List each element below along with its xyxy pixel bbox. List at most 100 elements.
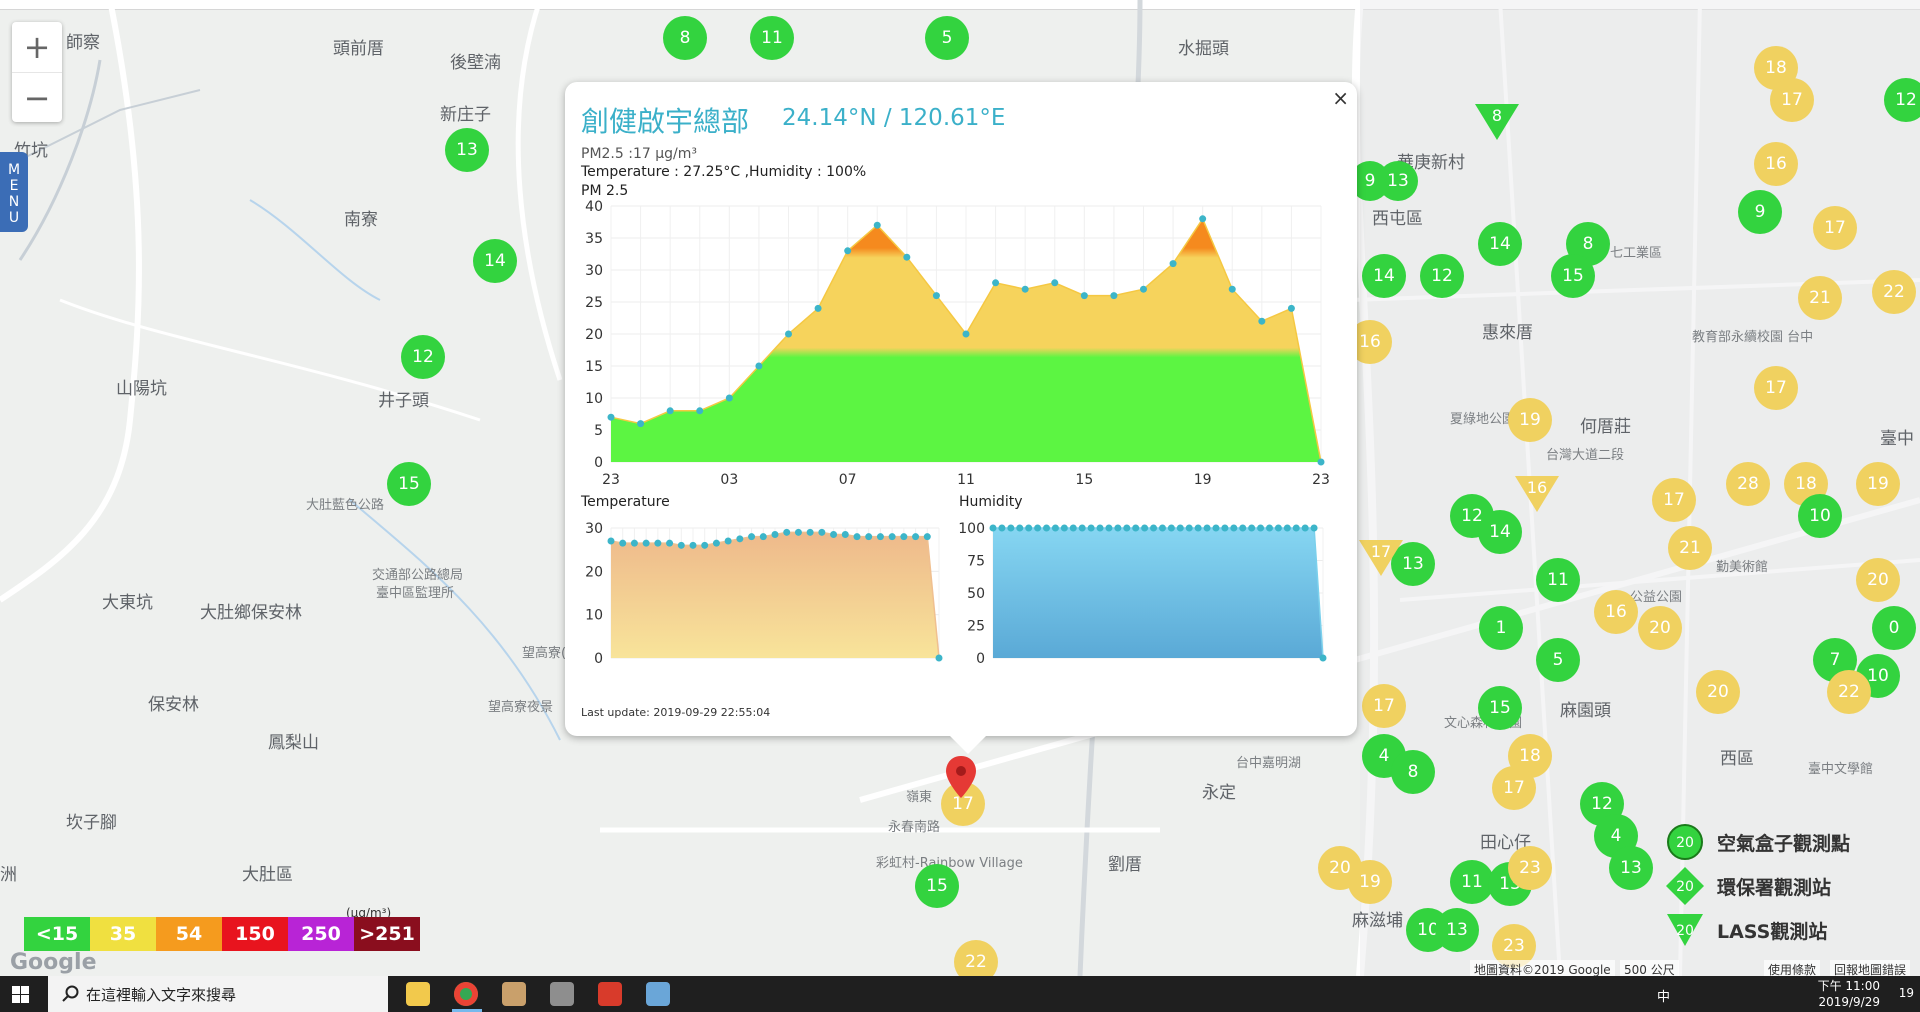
- airbox-marker[interactable]: 17: [1652, 478, 1696, 522]
- airbox-marker[interactable]: 19: [1348, 860, 1392, 904]
- airbox-marker[interactable]: 15: [387, 462, 431, 506]
- airbox-marker[interactable]: 13: [1435, 908, 1479, 952]
- data-point: [1265, 524, 1273, 532]
- data-point: [876, 533, 884, 541]
- airbox-marker[interactable]: 21: [1668, 526, 1712, 570]
- airbox-marker[interactable]: 14: [473, 239, 517, 283]
- airbox-marker[interactable]: 22: [1872, 270, 1916, 314]
- airbox-marker[interactable]: 14: [1362, 254, 1406, 298]
- terms-link[interactable]: 使用條款: [1764, 960, 1821, 976]
- airbox-marker[interactable]: 16: [1594, 590, 1638, 634]
- data-point: [794, 528, 802, 536]
- clock[interactable]: 下午 11:00 2019/9/29: [1818, 978, 1880, 1010]
- app-icon-3[interactable]: [598, 982, 622, 1006]
- scale-segment: 150: [222, 917, 288, 951]
- app-icon-4[interactable]: [646, 982, 670, 1006]
- data-point: [1228, 285, 1236, 293]
- airbox-marker[interactable]: 1: [1479, 606, 1523, 650]
- airbox-marker[interactable]: 15: [1551, 254, 1595, 298]
- map[interactable]: 頭前厝 後壁湳 新庄子 南寮 山陽坑 井子頭 大東坑 大肚鄉保安林 保安林 鳳梨山 坎子腳 大肚區 水掘…: [0, 0, 1920, 976]
- notification-count[interactable]: 19: [1899, 986, 1914, 1000]
- poi-label: 嶺東: [906, 790, 933, 805]
- lass-marker[interactable]: 16: [1515, 476, 1559, 512]
- scale-segment: <15: [24, 917, 90, 951]
- poi-label: 臺中文學館: [1808, 762, 1874, 777]
- airbox-marker[interactable]: 20: [1638, 606, 1682, 650]
- zoom-out-button[interactable]: −: [12, 73, 62, 123]
- y-tick-label: 75: [967, 554, 985, 570]
- airbox-marker[interactable]: 13: [1609, 846, 1653, 890]
- airbox-marker[interactable]: 20: [1856, 558, 1900, 602]
- airbox-marker[interactable]: 11: [750, 16, 794, 60]
- airbox-marker[interactable]: 22: [1827, 670, 1871, 714]
- airbox-marker[interactable]: 0: [1872, 606, 1916, 650]
- airbox-marker[interactable]: 17: [1770, 78, 1814, 122]
- taskbar-search[interactable]: 在這裡輸入文字來搜尋: [48, 976, 388, 1012]
- place-label: 保安林: [148, 695, 199, 715]
- data-point: [642, 539, 650, 547]
- airbox-marker[interactable]: 5: [1536, 638, 1580, 682]
- chrome-icon[interactable]: [454, 982, 478, 1006]
- file-explorer-icon[interactable]: [406, 982, 430, 1006]
- poi-label: 大肚藍色公路: [306, 498, 385, 513]
- lass-marker[interactable]: 8: [1475, 104, 1519, 140]
- data-point: [1248, 524, 1256, 532]
- app-icon-2[interactable]: [550, 982, 574, 1006]
- airbox-marker[interactable]: 8: [663, 16, 707, 60]
- airbox-marker[interactable]: 17: [1813, 206, 1857, 250]
- windows-start-icon[interactable]: [12, 986, 29, 1003]
- airbox-marker[interactable]: 12: [1420, 254, 1464, 298]
- place-label: 南寮: [344, 210, 378, 230]
- airbox-marker[interactable]: 13: [1378, 161, 1418, 201]
- data-point: [932, 292, 940, 300]
- airbox-marker[interactable]: 21: [1798, 276, 1842, 320]
- lass-marker[interactable]: 17: [1359, 540, 1403, 576]
- airbox-marker[interactable]: 10: [1798, 494, 1842, 538]
- poi-label: 夏綠地公園: [1450, 412, 1516, 427]
- airbox-marker[interactable]: 12: [1884, 78, 1920, 122]
- airbox-marker[interactable]: 16: [1754, 142, 1798, 186]
- airbox-marker[interactable]: 14: [1478, 510, 1522, 554]
- airbox-marker[interactable]: 8: [1391, 750, 1435, 794]
- data-point: [1185, 524, 1193, 532]
- zoom-in-button[interactable]: +: [12, 22, 62, 73]
- airbox-marker[interactable]: 15: [1478, 686, 1522, 730]
- place-label: 何厝莊: [1580, 417, 1631, 437]
- ime-indicator[interactable]: 中: [1657, 986, 1670, 1005]
- airbox-marker[interactable]: 17: [1492, 766, 1536, 810]
- airbox-marker[interactable]: 15: [915, 864, 959, 908]
- airbox-marker[interactable]: 14: [1478, 222, 1522, 266]
- place-label: 臺中: [1880, 429, 1914, 449]
- airbox-marker[interactable]: 9: [1738, 190, 1782, 234]
- location-pin-icon[interactable]: [944, 754, 978, 800]
- y-tick-label: 20: [585, 564, 603, 580]
- data-point: [989, 524, 997, 532]
- airbox-marker[interactable]: 11: [1536, 558, 1580, 602]
- close-icon[interactable]: ×: [1332, 86, 1349, 110]
- y-tick-label: 15: [585, 359, 603, 375]
- airbox-marker[interactable]: 23: [1508, 846, 1552, 890]
- airbox-marker[interactable]: 12: [401, 335, 445, 379]
- data-point: [1194, 524, 1202, 532]
- airbox-marker[interactable]: 22: [954, 940, 998, 976]
- data-point: [962, 330, 970, 338]
- airbox-marker[interactable]: 20: [1696, 670, 1740, 714]
- data-point: [1080, 292, 1088, 300]
- airbox-marker[interactable]: 28: [1726, 462, 1770, 506]
- google-logo: Google: [10, 950, 97, 975]
- svg-text:20: 20: [1676, 923, 1694, 939]
- app-icon-1[interactable]: [502, 982, 526, 1006]
- last-update: Last update: 2019-09-29 22:55:04: [581, 706, 771, 719]
- legend-row: 20 空氣盒子觀測點: [1665, 820, 1920, 864]
- report-link[interactable]: 回報地圖錯誤: [1830, 960, 1911, 976]
- airbox-marker[interactable]: 13: [445, 128, 489, 172]
- menu-tab[interactable]: MENU: [0, 152, 28, 232]
- airbox-marker[interactable]: 17: [1754, 366, 1798, 410]
- data-point: [841, 531, 849, 538]
- airbox-marker[interactable]: 5: [925, 16, 969, 60]
- airbox-marker[interactable]: 19: [1508, 398, 1552, 442]
- place-label: 鳳梨山: [268, 733, 319, 753]
- airbox-marker[interactable]: 19: [1856, 462, 1900, 506]
- airbox-marker[interactable]: 17: [1362, 684, 1406, 728]
- search-placeholder: 在這裡輸入文字來搜尋: [86, 985, 237, 1004]
